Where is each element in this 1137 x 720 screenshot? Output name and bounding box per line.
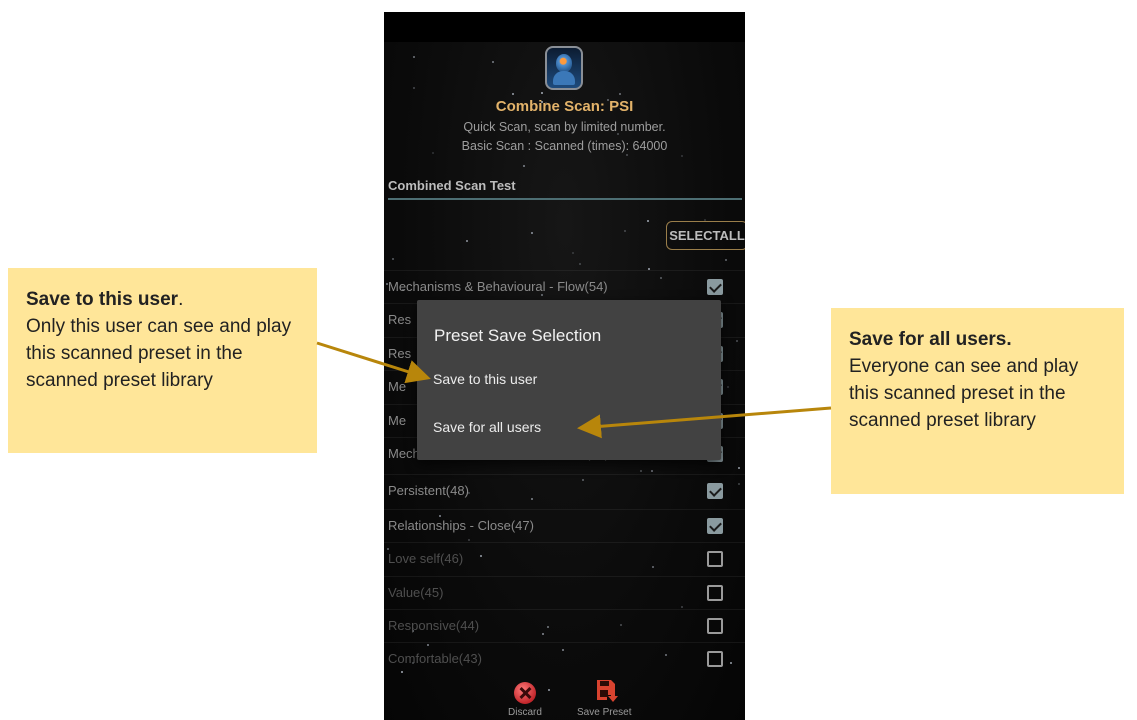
list-item-label: Responsive(44) xyxy=(388,618,480,633)
list-item[interactable]: Responsive(44) xyxy=(384,609,745,643)
list-item-checkbox[interactable] xyxy=(707,585,723,601)
list-item[interactable]: Value(45) xyxy=(384,576,745,610)
list-item-label: Relationships - Close(47) xyxy=(388,518,534,533)
list-item-checkbox[interactable] xyxy=(707,551,723,567)
callout-save-for-all-users: Save for all users. Everyone can see and… xyxy=(831,308,1124,494)
scan-subtitle-2: Basic Scan : Scanned (times): 64000 xyxy=(461,139,668,153)
bottom-bar: Discard Save Preset xyxy=(384,676,745,720)
list-item-label: Res xyxy=(388,346,412,361)
scan-app-icon xyxy=(545,46,583,90)
list-item-label: Value(45) xyxy=(388,585,444,600)
callout-right-heading: Save for all users. xyxy=(849,329,1012,350)
list-item[interactable]: Persistent(48) xyxy=(384,474,745,508)
save-to-this-user-option[interactable]: Save to this user xyxy=(433,371,537,387)
list-item[interactable]: Relationships - Close(47) xyxy=(384,509,745,543)
list-item-label: Mechanisms & Behavioural - Flow(54) xyxy=(388,279,608,294)
save-preset-label[interactable]: Save Preset xyxy=(577,707,631,718)
list-item-checkbox[interactable] xyxy=(707,618,723,634)
dialog-title: Preset Save Selection xyxy=(434,326,602,345)
list-item[interactable]: Mechanisms & Behavioural - Flow(54) xyxy=(384,270,745,304)
save-preset-icon[interactable] xyxy=(594,678,620,704)
select-all-button[interactable]: SELECTALL xyxy=(666,221,745,250)
callout-left-body: Only this user can see and play this sca… xyxy=(26,316,292,391)
list-item-label: Me xyxy=(388,413,407,428)
list-item-checkbox[interactable] xyxy=(707,279,723,295)
list-item[interactable]: Comfortable(43) xyxy=(384,642,745,676)
list-item-checkbox[interactable] xyxy=(707,483,723,499)
section-label: Combined Scan Test xyxy=(388,178,516,193)
scan-title: Combine Scan: PSI xyxy=(495,98,634,115)
list-item-checkbox[interactable] xyxy=(707,651,723,667)
callout-left-heading-suffix: . xyxy=(178,289,184,310)
list-item-label: Comfortable(43) xyxy=(388,651,482,666)
save-for-all-users-option[interactable]: Save for all users xyxy=(433,419,541,435)
discard-label[interactable]: Discard xyxy=(508,707,542,718)
list-item-label: Me xyxy=(388,379,407,394)
scan-subtitle-1: Quick Scan, scan by limited number. xyxy=(463,120,666,134)
list-item[interactable]: Love self(46) xyxy=(384,542,745,576)
preset-save-dialog: Preset Save Selection Save to this user … xyxy=(417,300,721,460)
callout-save-to-this-user: Save to this user. Only this user can se… xyxy=(8,268,317,453)
section-divider xyxy=(388,198,742,200)
list-item-checkbox[interactable] xyxy=(707,518,723,534)
list-item-label: Persistent(48) xyxy=(388,483,469,498)
callout-left-heading: Save to this user xyxy=(26,289,179,310)
list-item-label: Love self(46) xyxy=(388,551,464,566)
list-item-label: Res xyxy=(388,312,412,327)
discard-icon[interactable] xyxy=(514,682,536,704)
callout-right-body: Everyone can see and play this scanned p… xyxy=(849,356,1079,431)
